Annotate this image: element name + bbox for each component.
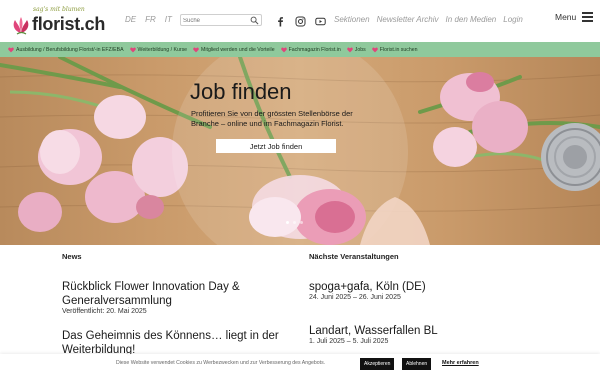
site-logo[interactable]: sag's mit blumen florist.ch	[11, 6, 111, 36]
site-header: sag's mit blumen florist.ch DE FR IT Suc…	[0, 0, 600, 42]
cookie-text: Diese Website verwendet Cookies zu Werbe…	[116, 360, 326, 366]
heart-icon	[280, 47, 287, 52]
news-item-title[interactable]: Rückblick Flower Innovation Day & Genera…	[62, 280, 282, 308]
search-input[interactable]	[183, 16, 249, 25]
quicklink-label: Ausbildung / Berufsbildung Florist/-in E…	[16, 46, 124, 53]
slider-pagination	[286, 221, 303, 224]
flower-logo-icon	[13, 17, 29, 35]
event-title[interactable]: Landart, Wasserfallen BL	[309, 324, 539, 338]
heart-icon	[347, 47, 353, 52]
heart-icon	[8, 47, 14, 52]
social-links	[275, 14, 326, 27]
logo-wordmark: florist.ch	[32, 14, 106, 34]
quicklink-label: Florist.in suchen	[379, 46, 418, 53]
slider-dot-3[interactable]	[300, 221, 303, 224]
heart-icon	[371, 47, 378, 52]
hero-title: Job finden	[190, 79, 292, 104]
quicklink-mitglied[interactable]: Mitglied werden und die Vorteile	[193, 47, 275, 53]
hamburger-icon	[582, 12, 594, 22]
hero-slider: Job finden Profitieren Sie von der gröss…	[0, 57, 600, 245]
logo-tagline: sag's mit blumen	[33, 6, 85, 13]
top-navigation: Sektionen Newsletter Archiv In den Medie…	[334, 15, 523, 24]
slider-dot-1[interactable]	[286, 221, 289, 224]
quicklink-label: Jobs	[354, 46, 366, 53]
find-job-button[interactable]: Jetzt Job finden	[216, 139, 336, 153]
hero-description: Profitieren Sie von der grössten Stellen…	[191, 109, 353, 128]
instagram-icon[interactable]	[295, 14, 306, 27]
event-title[interactable]: spoga+gafa, Köln (DE)	[309, 280, 539, 294]
event-date: 1. Juli 2025 – 5. Juli 2025	[309, 338, 389, 345]
cookie-more-link[interactable]: Mehr erfahren	[442, 360, 479, 366]
heart-icon	[129, 47, 136, 52]
quick-links-bar: Ausbildung / Berufsbildung Florist/-in E…	[0, 42, 600, 57]
nav-sektionen[interactable]: Sektionen	[334, 15, 370, 24]
search-icon[interactable]	[250, 16, 259, 25]
search-box	[180, 14, 262, 26]
language-switcher: DE FR IT	[125, 15, 172, 24]
cookie-accept-button[interactable]: Akzeptieren	[360, 358, 395, 370]
news-item-title[interactable]: Das Geheimnis des Könnens… liegt in der …	[62, 329, 302, 357]
quicklink-fachmagazin[interactable]: Fachmagazin Florist.in	[280, 46, 341, 53]
cookie-decline-button[interactable]: Ablehnen	[402, 358, 432, 370]
lang-de[interactable]: DE	[125, 15, 136, 24]
quicklink-label: Weiterbildung / Kurse	[137, 46, 188, 53]
lang-it[interactable]: IT	[165, 15, 172, 24]
news-item-date: Veröffentlicht: 20. Mai 2025	[62, 308, 147, 315]
nav-login[interactable]: Login	[503, 15, 523, 24]
youtube-icon[interactable]	[315, 14, 326, 26]
heart-icon	[193, 47, 199, 52]
nav-in-den-medien[interactable]: In den Medien	[446, 15, 497, 24]
quicklink-label: Fachmagazin Florist.in	[288, 46, 341, 53]
lang-fr[interactable]: FR	[145, 15, 156, 24]
event-date: 24. Juni 2025 – 26. Juni 2025	[309, 294, 401, 301]
news-heading: News	[62, 252, 82, 261]
slider-dot-2[interactable]	[293, 221, 296, 224]
quicklink-ausbildung[interactable]: Ausbildung / Berufsbildung Florist/-in E…	[8, 47, 124, 53]
cookie-banner: Diese Website verwendet Cookies zu Werbe…	[0, 354, 600, 375]
quicklink-weiterbildung[interactable]: Weiterbildung / Kurse	[129, 46, 188, 53]
quicklink-jobs[interactable]: Jobs	[347, 47, 366, 53]
events-heading: Nächste Veranstaltungen	[309, 252, 399, 261]
facebook-icon[interactable]	[275, 14, 286, 27]
menu-button[interactable]: Menu	[555, 12, 594, 22]
quicklink-label: Mitglied werden und die Vorteile	[201, 46, 275, 53]
nav-newsletter-archiv[interactable]: Newsletter Archiv	[377, 15, 439, 24]
quicklink-florist-suchen[interactable]: Florist.in suchen	[371, 46, 418, 53]
menu-label: Menu	[555, 12, 577, 22]
